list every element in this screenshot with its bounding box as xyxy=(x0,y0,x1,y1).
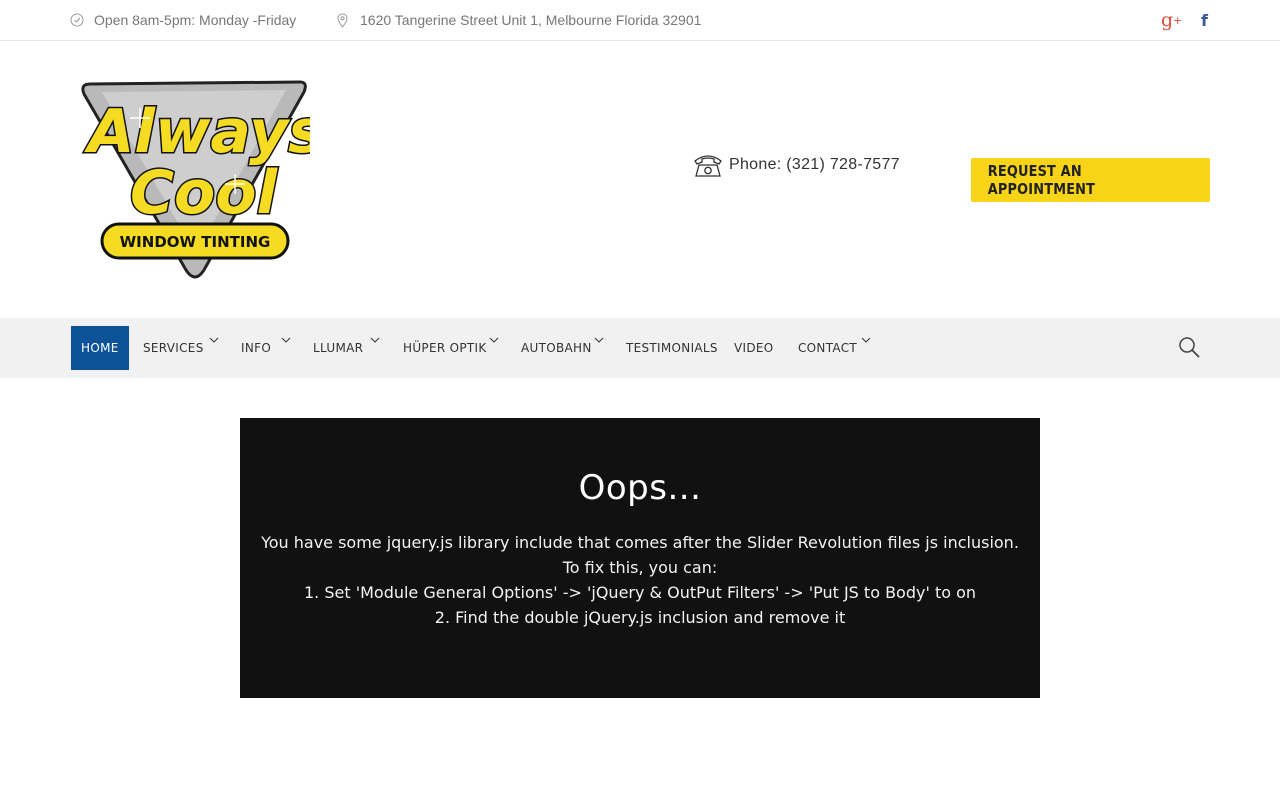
nav-item-services[interactable]: SERVICES xyxy=(143,326,204,370)
site-logo[interactable]: Always Cool WINDOW TINTING xyxy=(80,78,325,280)
facebook-icon[interactable]: f xyxy=(1201,0,1208,40)
google-plus-glyph: g xyxy=(1161,9,1174,31)
phone-text: Phone: (321) 728-7577 xyxy=(729,156,900,173)
chevron-down-icon[interactable] xyxy=(209,335,219,345)
main-nav: HOME SERVICES INFO LLUMAR HÜPER OPTIK AU… xyxy=(0,318,1280,378)
request-appointment-label: REQUEST AN APPOINTMENT xyxy=(987,162,1096,198)
logo-line-2: Cool xyxy=(130,158,278,228)
google-plus-icon[interactable]: g + xyxy=(1161,0,1182,40)
chevron-down-icon[interactable] xyxy=(281,335,291,345)
address-info: 1620 Tangerine Street Unit 1, Melbourne … xyxy=(337,0,701,40)
error-line: 2. Find the double jQuery.js inclusion a… xyxy=(434,608,846,627)
facebook-glyph: f xyxy=(1201,10,1208,30)
nav-item-home[interactable]: HOME xyxy=(71,326,129,370)
phone-icon xyxy=(693,152,723,178)
error-title: Oops... xyxy=(578,468,702,508)
map-pin-icon xyxy=(337,12,348,28)
nav-item-llumar[interactable]: LLUMAR xyxy=(313,326,363,370)
slider-error-panel: Oops... You have some jquery.js library … xyxy=(240,418,1040,698)
nav-label-services: SERVICES xyxy=(143,341,204,355)
nav-label-llumar: LLUMAR xyxy=(313,341,364,355)
phone-info[interactable]: Phone: (321) 728-7577 xyxy=(693,150,900,180)
top-bar: Open 8am-5pm: Monday -Friday 1620 Tanger… xyxy=(0,0,1280,41)
nav-label-huper-optik: HÜPER OPTIK xyxy=(403,341,487,355)
nav-item-autobahn[interactable]: AUTOBAHN xyxy=(521,326,592,370)
nav-item-video[interactable]: VIDEO xyxy=(734,326,774,370)
request-appointment-button[interactable]: REQUEST AN APPOINTMENT xyxy=(971,158,1210,202)
clock-icon xyxy=(70,13,84,27)
error-line: 1. Set 'Module General Options' -> 'jQue… xyxy=(303,583,977,602)
google-plus-sup: + xyxy=(1173,13,1183,27)
nav-label-contact: CONTACT xyxy=(798,341,858,355)
chevron-down-icon[interactable] xyxy=(594,335,604,345)
nav-item-huper-optik[interactable]: HÜPER OPTIK xyxy=(403,326,487,370)
nav-label-testimonials: TESTIMONIALS xyxy=(626,341,718,355)
error-line: To fix this, you can: xyxy=(562,558,718,577)
chevron-down-icon[interactable] xyxy=(861,335,871,345)
nav-label-home: HOME xyxy=(81,341,119,355)
nav-label-autobahn: AUTOBAHN xyxy=(521,341,592,355)
hours-info: Open 8am-5pm: Monday -Friday xyxy=(70,0,296,40)
chevron-down-icon[interactable] xyxy=(370,335,380,345)
logo-line-3: WINDOW TINTING xyxy=(120,233,271,251)
logo-line-1: Always xyxy=(84,97,310,167)
search-icon[interactable] xyxy=(1177,335,1201,359)
nav-label-info: INFO xyxy=(241,341,272,355)
nav-label-video: VIDEO xyxy=(734,341,774,355)
chevron-down-icon[interactable] xyxy=(489,335,499,345)
error-message: You have some jquery.js library include … xyxy=(240,530,1040,630)
error-line: You have some jquery.js library include … xyxy=(261,533,1019,552)
nav-item-info[interactable]: INFO xyxy=(241,326,271,370)
logo-graphic: Always Cool WINDOW TINTING xyxy=(81,80,325,279)
hours-text: Open 8am-5pm: Monday -Friday xyxy=(94,12,297,28)
address-text: 1620 Tangerine Street Unit 1, Melbourne … xyxy=(360,12,702,28)
nav-item-testimonials[interactable]: TESTIMONIALS xyxy=(626,326,718,370)
nav-item-contact[interactable]: CONTACT xyxy=(798,326,857,370)
